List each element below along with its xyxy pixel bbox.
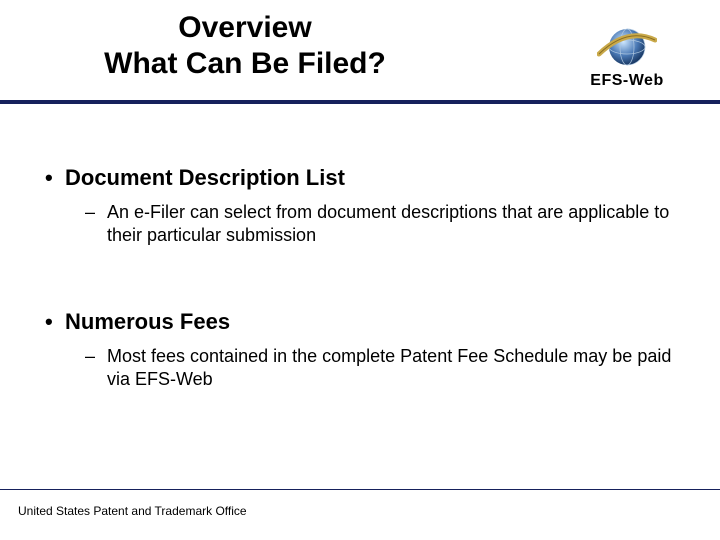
globe-icon xyxy=(597,22,657,72)
bullet-icon: • xyxy=(45,309,65,333)
slide-content: • Document Description List – An e-Filer… xyxy=(0,110,720,390)
subbullet-fees: – Most fees contained in the complete Pa… xyxy=(85,345,680,390)
slide: Overview What Can Be Filed? EFS xyxy=(0,0,720,540)
subbullet-text: Most fees contained in the complete Pate… xyxy=(107,345,680,390)
bullet-heading: Document Description List xyxy=(65,165,345,191)
dash-icon: – xyxy=(85,345,107,368)
slide-header: Overview What Can Be Filed? EFS xyxy=(0,0,720,110)
logo-text: EFS-Web xyxy=(590,72,663,90)
footer-text: United States Patent and Trademark Offic… xyxy=(18,504,247,518)
slide-title: Overview What Can Be Filed? xyxy=(30,10,460,82)
bullet-icon: • xyxy=(45,165,65,189)
subbullet-text: An e-Filer can select from document desc… xyxy=(107,201,680,246)
spacer xyxy=(45,254,680,309)
title-line-2: What Can Be Filed? xyxy=(104,47,386,80)
bullet-doc-desc: • Document Description List xyxy=(45,165,680,191)
footer-rule xyxy=(0,489,720,490)
bullet-fees: • Numerous Fees xyxy=(45,309,680,335)
bullet-heading: Numerous Fees xyxy=(65,309,230,335)
efs-web-logo: EFS-Web xyxy=(552,10,702,90)
dash-icon: – xyxy=(85,201,107,224)
header-rule xyxy=(0,100,720,104)
title-line-1: Overview xyxy=(178,11,311,44)
subbullet-doc-desc: – An e-Filer can select from document de… xyxy=(85,201,680,246)
